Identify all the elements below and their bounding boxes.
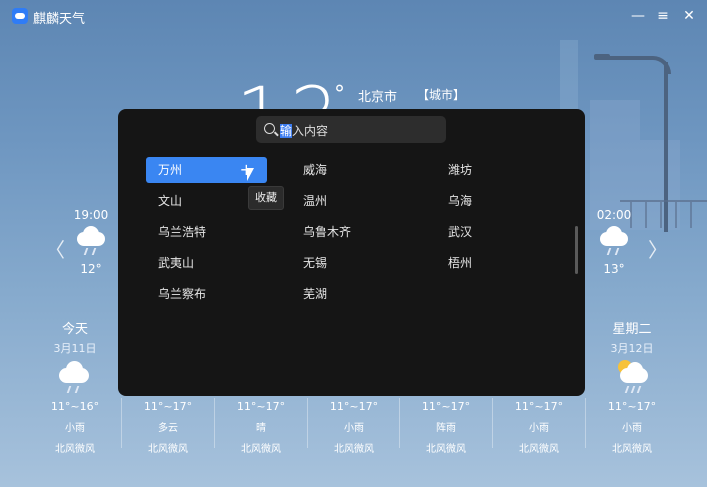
menu-button[interactable]: ≡ [653,6,673,26]
day-condition: 晴 [256,423,266,434]
day-temp-range: 11°~17° [514,400,564,413]
hourly-item: 02:00 13° [589,208,639,276]
city-name: 万州 [158,163,183,177]
day-temp-range: 11°~17° [329,400,379,413]
day-temp-range: 11°~17° [143,400,193,413]
app-title: 麒麟天气 [33,12,86,27]
day-wind: 北风微风 [519,444,559,455]
day-condition: 小雨 [529,423,549,434]
search-input[interactable]: 输入内容 [280,122,328,139]
next-hours-button[interactable]: 〉 [648,234,668,263]
city-item[interactable]: 芜湖 [303,281,327,307]
city-item[interactable]: 乌鲁木齐 [303,219,351,245]
sun-rain-cloud-icon [612,360,652,394]
title-bar: 麒麟天气 — ≡ ✕ [0,0,707,32]
street-lamp-head [594,54,610,60]
city-item[interactable]: 武汉 [448,219,472,245]
day-wind: 北风微风 [148,444,188,455]
hourly-item: 19:00 12° [66,208,116,276]
hour-temp: 12° [80,262,102,276]
weather-window: 麒麟天气 — ≡ ✕ 12 ° 北京市 【城市】 〈 〉 19:00 12° 0… [0,0,707,487]
city-item[interactable]: 武夷山 [158,250,194,276]
day-temp-range: 11°~16° [50,400,100,413]
close-button[interactable]: ✕ [679,6,699,26]
day-date: 3月11日 [53,342,97,355]
hour-time: 19:00 [73,208,109,222]
search-icon [264,123,275,134]
city-search-panel: 输入内容 万州 + 文山 乌兰浩特 武夷山 乌兰察布 威海 温州 乌鲁木齐 无锡… [118,109,585,396]
city-item[interactable]: 潍坊 [448,157,472,183]
day-condition: 小雨 [65,423,85,434]
day-name: 今天 [61,322,88,337]
city-list-scrollbar[interactable] [575,226,578,274]
day-wind: 北风微风 [241,444,281,455]
favorite-tooltip: 收藏 [248,186,284,210]
day-condition: 阵雨 [436,423,456,434]
mouse-cursor-icon [247,168,258,181]
day-temp-range: 11°~17° [607,400,657,413]
city-item[interactable]: 无锡 [303,250,327,276]
city-item[interactable]: 梧州 [448,250,472,276]
city-item[interactable]: 温州 [303,188,327,214]
rain-cloud-icon [55,360,95,394]
rain-cloud-icon [73,226,109,256]
day-condition: 多云 [158,423,178,434]
city-item[interactable]: 乌海 [448,188,472,214]
day-forecast-6[interactable]: 星期二 3月12日 11°~17° 小雨 北风微风 [586,318,678,455]
city-tag: 【城市】 [417,88,466,102]
day-forecast-0[interactable]: 今天 3月11日 11°~16° 小雨 北风微风 [29,318,121,455]
city-item[interactable]: 乌兰浩特 [158,219,206,245]
day-date: 3月12日 [610,342,654,355]
hour-temp: 13° [603,262,625,276]
day-wind: 北风微风 [426,444,466,455]
day-name: 星期二 [612,322,652,337]
app-logo-icon [12,8,28,24]
search-placeholder: 入内容 [292,124,329,138]
day-temp-range: 11°~17° [236,400,286,413]
city-item[interactable]: 乌兰察布 [158,281,206,307]
day-temp-range: 11°~17° [421,400,471,413]
city-item[interactable]: 文山 [158,188,182,214]
degree-symbol: ° [334,82,345,107]
search-caret-char: 输 [280,124,293,138]
minimize-button[interactable]: — [628,6,648,26]
day-wind: 北风微风 [55,444,95,455]
rain-cloud-icon [596,226,632,256]
current-city: 北京市 [358,90,398,105]
day-condition: 小雨 [622,423,642,434]
city-item[interactable]: 威海 [303,157,327,183]
hour-time: 02:00 [596,208,632,222]
day-condition: 小雨 [344,423,364,434]
day-wind: 北风微风 [612,444,652,455]
day-wind: 北风微风 [334,444,374,455]
prev-hours-button[interactable]: 〈 [45,234,65,263]
search-box[interactable]: 输入内容 [256,116,446,143]
